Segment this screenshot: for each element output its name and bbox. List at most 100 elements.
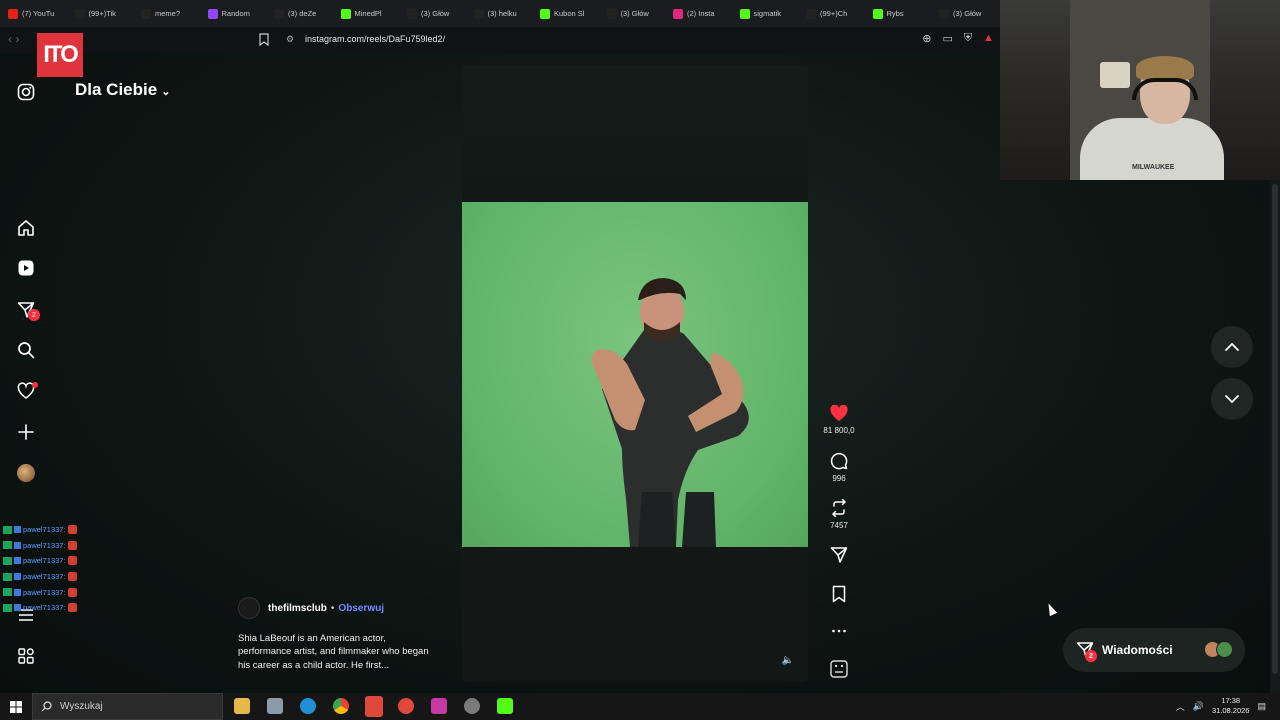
browser-tab-label: (3) Głów [421, 9, 450, 18]
feed-selector[interactable]: Dla Ciebie ⌄ [75, 80, 170, 100]
browser-tab[interactable]: (2) Insta [665, 0, 732, 27]
share-button[interactable] [818, 546, 860, 564]
badge-icon [3, 588, 12, 597]
plus-icon[interactable] [16, 422, 36, 442]
bookmark-icon[interactable] [259, 33, 269, 46]
site-info-icon[interactable]: ⚙ [286, 34, 294, 45]
comment-count: 996 [832, 474, 846, 483]
browser-tab[interactable]: (3) Głów [599, 0, 666, 27]
file-explorer-icon[interactable] [234, 698, 250, 714]
feed-title: Dla Ciebie [75, 80, 158, 99]
browser-tab[interactable]: (7) YouTu [0, 0, 67, 27]
like-count: 81 800,0 [823, 426, 855, 435]
browser-tab[interactable]: Rybs [865, 0, 932, 27]
chat-username: pawel71337: [23, 603, 66, 613]
kick-icon [872, 8, 883, 19]
browser-tab[interactable]: (3) Głów [399, 0, 466, 27]
browser-tab[interactable]: (99+)Tik [67, 0, 134, 27]
twitch-icon [207, 8, 218, 19]
browser-tab[interactable]: MinedPl [333, 0, 400, 27]
badge-icon [3, 556, 12, 565]
page-scrollbar[interactable] [1270, 180, 1280, 693]
clock[interactable]: 17:38 31.08.2026 [1212, 696, 1250, 716]
emote-icon [67, 540, 77, 550]
browser-tab[interactable]: Random [200, 0, 267, 27]
obs-icon[interactable] [464, 698, 480, 714]
windows-icon [9, 700, 22, 713]
badge-icon [14, 588, 21, 596]
back-forward-icons[interactable]: ‹ › [8, 32, 19, 46]
browser-tab-label: MinedPl [354, 9, 382, 18]
url-field[interactable]: instagram.com/reels/DaFu759led2/ [305, 34, 445, 44]
browser-tab[interactable]: (3) deZe [266, 0, 333, 27]
instagram-icon[interactable] [16, 82, 36, 102]
emote-icon [67, 603, 77, 613]
chat-message: pawel71337: [3, 569, 77, 585]
more-options-button[interactable] [818, 622, 860, 640]
brave-icon[interactable] [365, 696, 383, 717]
comment-button[interactable]: 996 [818, 452, 860, 483]
browser-tab[interactable]: (99+)Ch [798, 0, 865, 27]
app-icon[interactable] [431, 698, 447, 714]
ellipsis-icon [832, 629, 846, 633]
volume-icon[interactable]: 🔊 [1193, 701, 1204, 712]
chevron-down-icon: ⌄ [161, 86, 171, 98]
sound-icon[interactable]: 🔈 [782, 655, 794, 666]
author-avatar[interactable] [238, 597, 260, 619]
browser-tab[interactable]: sigmatik [732, 0, 799, 27]
save-button[interactable] [818, 585, 860, 603]
address-bar: ‹ › ⚙ instagram.com/reels/DaFu759led2/ ⊕… [0, 27, 1000, 53]
emote-icon [67, 572, 77, 582]
tray-chevron-icon[interactable]: ︿ [1176, 700, 1185, 713]
video-letterbox-top [462, 66, 808, 202]
windows-start-button[interactable] [0, 693, 31, 720]
reel-video[interactable]: 🔈 [462, 66, 808, 682]
video-frame [462, 202, 808, 547]
edge-icon[interactable] [300, 698, 316, 714]
browser-tab-label: (3) deZe [288, 9, 317, 18]
shield-icon[interactable]: ⛨ [964, 32, 972, 45]
chat-username: pawel71337: [23, 572, 66, 582]
repost-icon [831, 499, 847, 517]
browser-tab[interactable]: (3) Głów [931, 0, 998, 27]
browser-toolbar-icons: ⊕ ▭ ⛨ ▲ [922, 32, 994, 45]
repost-button[interactable]: 7457 [818, 499, 860, 530]
avatar[interactable] [17, 464, 35, 482]
search-icon[interactable] [16, 340, 36, 360]
search-placeholder: Wyszukaj [60, 701, 103, 712]
share-icon [830, 547, 848, 563]
reel-caption[interactable]: Shia LaBeouf is an American actor, perfo… [238, 632, 438, 672]
previous-reel-button[interactable] [1211, 326, 1253, 368]
author-name[interactable]: thefilmsclub [268, 603, 327, 614]
scrollbar-thumb[interactable] [1272, 184, 1278, 674]
like-button[interactable]: 81 800,0 [818, 405, 860, 435]
x-icon [473, 8, 484, 19]
badge-icon [3, 525, 12, 534]
rewards-icon[interactable]: ▲ [983, 32, 994, 45]
app-icon[interactable] [398, 698, 414, 714]
dancing-man-figure [591, 278, 749, 547]
browser-tab[interactable]: (3) helku [466, 0, 533, 27]
audio-track-button[interactable] [818, 660, 860, 678]
reels-icon[interactable] [16, 258, 36, 278]
browser-tab-label: meme? [155, 9, 181, 18]
webcam-lamp [1100, 62, 1130, 88]
bookmark-icon [832, 585, 846, 603]
chrome-icon[interactable] [333, 698, 349, 714]
home-icon[interactable] [16, 218, 36, 238]
notifications-icon[interactable]: ▤ [1257, 701, 1266, 712]
cast-icon[interactable]: ▭ [942, 32, 952, 45]
more-apps-icon[interactable] [16, 646, 36, 666]
kick-icon[interactable] [497, 698, 513, 714]
app-icon[interactable] [267, 698, 283, 714]
tiktok-icon [74, 8, 85, 19]
zoom-icon[interactable]: ⊕ [922, 32, 931, 45]
x-icon [939, 8, 949, 19]
browser-tab[interactable]: Kubon Sl [532, 0, 599, 27]
messages-pill[interactable]: 2 Wiadomości [1063, 628, 1245, 672]
chevron-up-icon [1225, 342, 1239, 351]
follow-button[interactable]: Obserwuj [338, 603, 384, 614]
next-reel-button[interactable] [1211, 378, 1253, 420]
browser-tab[interactable]: meme? [133, 0, 200, 27]
taskbar-search[interactable]: Wyszukaj [32, 693, 223, 720]
